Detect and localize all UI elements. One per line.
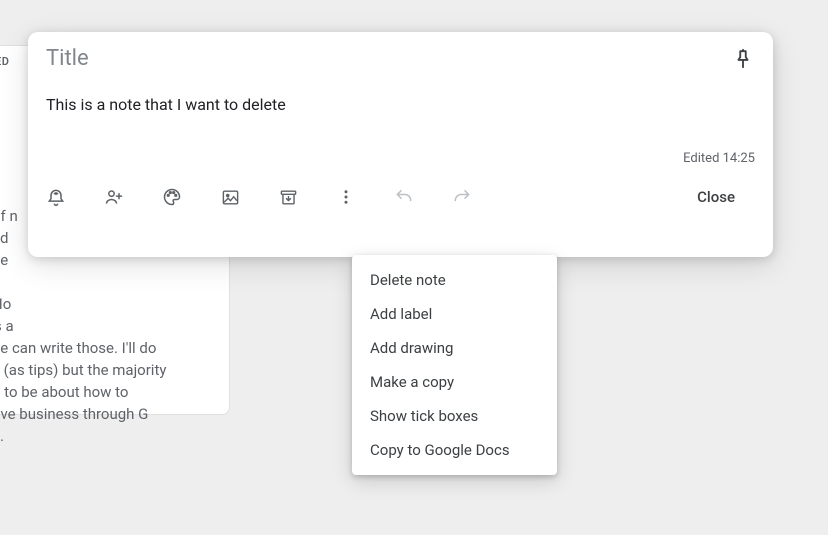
close-button[interactable]: Close <box>677 180 755 214</box>
menu-item-label: Add drawing <box>370 339 453 357</box>
note-title-input[interactable]: Title <box>46 46 731 71</box>
menu-item-label: Delete note <box>370 271 446 289</box>
background-pinned-badge: ED <box>0 55 9 68</box>
menu-item-copy-to-google-docs[interactable]: Copy to Google Docs <box>352 433 557 467</box>
note-title-row: Title <box>46 46 755 71</box>
redo-icon[interactable] <box>452 187 472 207</box>
toolbar-icon-group <box>46 187 472 207</box>
menu-item-label: Add label <box>370 305 432 323</box>
menu-item-label: Make a copy <box>370 373 454 391</box>
menu-item-show-tick-boxes[interactable]: Show tick boxes <box>352 399 557 433</box>
palette-icon[interactable] <box>162 187 182 207</box>
undo-icon[interactable] <box>394 187 414 207</box>
archive-icon[interactable] <box>278 187 298 207</box>
more-options-menu: Delete note Add label Add drawing Make a… <box>352 255 557 475</box>
menu-item-add-label[interactable]: Add label <box>352 297 557 331</box>
reminder-icon[interactable] <box>46 187 66 207</box>
note-edited-timestamp: Edited 14:25 <box>46 151 755 166</box>
menu-item-delete-note[interactable]: Delete note <box>352 263 557 297</box>
menu-item-label: Show tick boxes <box>370 407 478 425</box>
menu-item-add-drawing[interactable]: Add drawing <box>352 331 557 365</box>
note-body-input[interactable]: This is a note that I want to delete <box>46 95 755 131</box>
menu-item-make-copy[interactable]: Make a copy <box>352 365 557 399</box>
image-icon[interactable] <box>220 187 240 207</box>
note-editor-modal: Title This is a note that I want to dele… <box>28 32 773 257</box>
more-options-icon[interactable] <box>336 187 356 207</box>
collaborator-icon[interactable] <box>104 187 124 207</box>
note-toolbar: Close <box>46 176 755 218</box>
menu-item-label: Copy to Google Docs <box>370 441 510 459</box>
pin-icon[interactable] <box>731 47 755 71</box>
